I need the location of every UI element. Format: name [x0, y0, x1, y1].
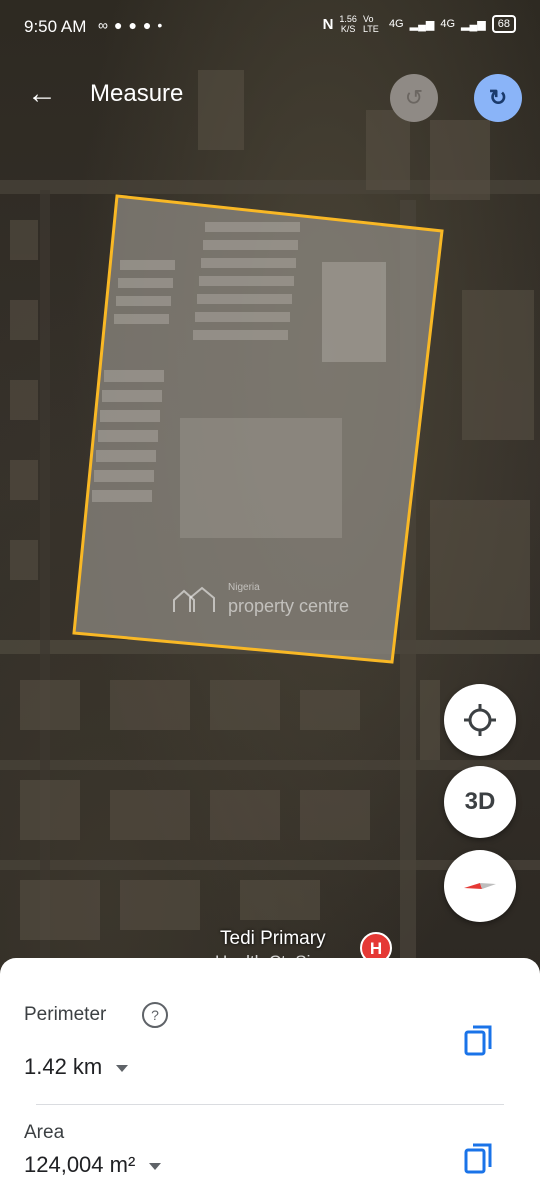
facebook-icon: ● [142, 17, 158, 33]
watermark-brand: property centre [228, 596, 350, 616]
perimeter-value[interactable]: 1.42 km [24, 1054, 129, 1080]
battery-icon: 68 [491, 15, 516, 33]
status-time: 9:50 AM [24, 17, 87, 36]
compass-icon [464, 883, 496, 889]
house-logo-icon [173, 586, 215, 612]
perimeter-label: Perimeter [24, 1004, 107, 1025]
signal1-icon: ▂▄▆ [409, 18, 435, 31]
my-location-icon [464, 704, 496, 736]
network2-label: 4G [440, 18, 456, 30]
chevron-down-icon [116, 1064, 129, 1072]
question-icon[interactable]: ? [142, 1002, 168, 1028]
status-right: N 1.56 K/S Vo LTE 4G ▂▄▆ 4G ▂▄▆ 68 [323, 14, 516, 34]
redo-icon: ↻ [488, 85, 508, 110]
undo-button[interactable]: ↺ [390, 74, 438, 122]
copy-icon[interactable] [464, 1024, 494, 1058]
notification-icons: ∞●●●• [98, 17, 168, 33]
copy-icon[interactable] [464, 1142, 494, 1176]
area-value[interactable]: 124,004 m² [24, 1152, 162, 1178]
chevron-down-icon [149, 1162, 162, 1170]
arrow-left-icon[interactable]: ← [24, 76, 60, 112]
undo-icon: ↺ [404, 85, 424, 110]
measurement-sheet: Perimeter ? 1.42 km Area 124,004 m² [0, 958, 540, 1200]
dot-icon: • [157, 17, 169, 33]
messenger-icon: ● [113, 17, 129, 33]
network-speed: 1.56 K/S [339, 14, 357, 34]
nfc-icon: N [322, 15, 334, 33]
page-title: Measure [90, 80, 184, 107]
redo-button[interactable]: ↻ [474, 74, 522, 122]
poi-label[interactable]: Tedi Primary [220, 928, 326, 950]
volte-label: Vo LTE [362, 14, 379, 34]
3d-toggle-button[interactable]: 3D [444, 766, 516, 838]
my-location-button[interactable] [444, 684, 516, 756]
area-label: Area [24, 1122, 65, 1143]
divider [36, 1104, 504, 1105]
telegram-icon: ● [128, 17, 143, 33]
network1-label: 4G [388, 18, 404, 30]
voicemail-icon: ∞ [98, 17, 114, 33]
measure-toolbar: ← Measure ↺ ↻ [0, 62, 540, 130]
signal2-icon: ▂▄▆ [461, 18, 486, 31]
watermark-country: Nigeria [228, 582, 260, 593]
compass-button[interactable] [444, 850, 516, 922]
status-bar: 9:50 AM ∞●●●• N 1.56 K/S Vo LTE 4G ▂▄▆ 4G… [0, 0, 540, 56]
